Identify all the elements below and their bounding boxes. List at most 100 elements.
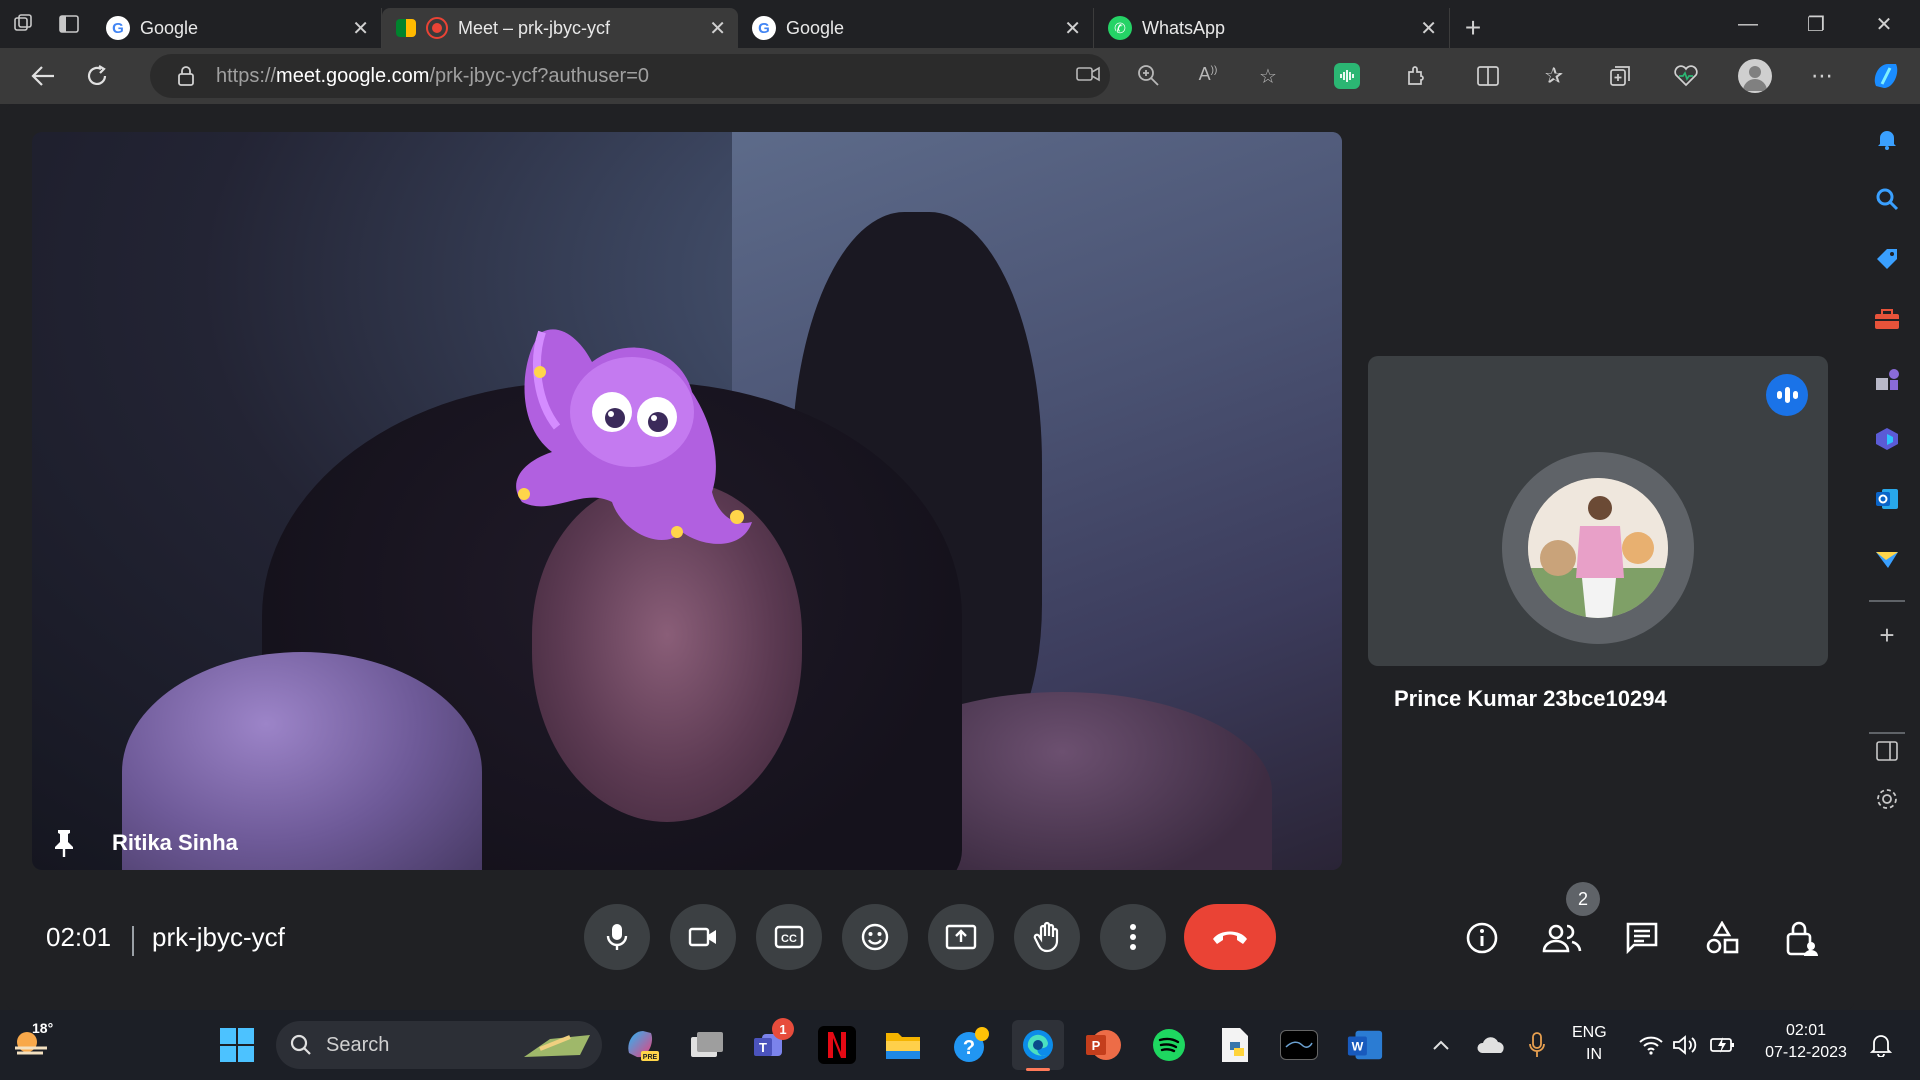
svg-text:?: ? — [963, 1037, 975, 1059]
read-aloud-icon[interactable]: A)) — [1196, 64, 1220, 88]
tools-icon[interactable] — [1872, 304, 1902, 334]
zoom-icon[interactable] — [1136, 64, 1160, 88]
tab-google-2[interactable]: G Google ✕ — [738, 8, 1094, 48]
outlook-icon[interactable] — [1872, 484, 1902, 514]
search-icon[interactable] — [1872, 184, 1902, 214]
onedrive-icon[interactable] — [1472, 1026, 1510, 1064]
end-call-button[interactable] — [1184, 904, 1276, 970]
taskbar-search[interactable]: Search — [276, 1021, 602, 1069]
spotify-icon[interactable] — [1150, 1026, 1188, 1064]
favorites-icon[interactable]: ✰ — [1538, 60, 1570, 92]
chat-button[interactable] — [1620, 916, 1664, 960]
raise-hand-button[interactable] — [1014, 904, 1080, 970]
close-icon[interactable]: ✕ — [1420, 16, 1437, 41]
telegram-send-icon[interactable] — [1872, 544, 1902, 574]
split-screen-icon[interactable] — [1472, 60, 1504, 92]
reactions-button[interactable] — [842, 904, 908, 970]
chevron-up-icon[interactable] — [1422, 1026, 1460, 1064]
browser-essentials-icon[interactable] — [1670, 60, 1702, 92]
sidebar-settings-icon[interactable] — [1872, 784, 1902, 814]
tab-title: Meet – prk-jbyc-ycf — [458, 17, 611, 38]
captions-button[interactable]: CC — [756, 904, 822, 970]
emoji-icon — [861, 923, 889, 951]
more-options-button[interactable] — [1100, 904, 1166, 970]
people-button[interactable] — [1540, 916, 1584, 960]
file-explorer-icon[interactable] — [884, 1026, 922, 1064]
main-video-tile[interactable]: Ritika Sinha — [32, 132, 1342, 870]
back-button[interactable] — [16, 48, 70, 104]
close-icon[interactable]: ✕ — [709, 16, 726, 41]
speaking-indicator-icon — [1766, 374, 1808, 416]
favorite-star-icon[interactable]: ☆ — [1256, 64, 1280, 88]
address-bar[interactable]: https://meet.google.com/prk-jbyc-ycf?aut… — [150, 54, 1277, 98]
google-icon: G — [106, 16, 130, 40]
camera-in-use-icon[interactable] — [1076, 64, 1100, 88]
participant-count-badge: 2 — [1566, 882, 1600, 916]
octopus-effect-icon — [516, 329, 752, 544]
weather-temp: 18° — [32, 1020, 54, 1036]
word-icon[interactable]: W — [1346, 1026, 1384, 1064]
present-screen-button[interactable] — [928, 904, 994, 970]
language-region: IN — [1586, 1046, 1602, 1063]
tab-whatsapp[interactable]: ✆ WhatsApp ✕ — [1094, 8, 1450, 48]
minimize-button[interactable]: — — [1714, 0, 1782, 48]
lock-icon — [178, 66, 194, 86]
more-menu-icon[interactable]: ⋯ — [1806, 60, 1838, 92]
notifications-icon[interactable] — [1872, 124, 1902, 154]
tab-actions-icon[interactable] — [46, 0, 92, 48]
hide-sidebar-icon[interactable] — [1872, 736, 1902, 766]
powerpoint-icon[interactable]: P — [1084, 1026, 1122, 1064]
workspaces-icon[interactable] — [0, 0, 46, 48]
windows-taskbar: 18° Search PRE T 1 ? P W ENG IN 02:01 07… — [0, 1010, 1920, 1080]
camera-button[interactable] — [670, 904, 736, 970]
clock-time[interactable]: 02:01 — [1780, 1022, 1832, 1040]
recording-icon — [426, 17, 448, 39]
wifi-icon[interactable] — [1632, 1026, 1670, 1064]
close-icon[interactable]: ✕ — [352, 16, 369, 41]
shopping-tag-icon[interactable] — [1872, 244, 1902, 274]
close-icon[interactable]: ✕ — [1064, 16, 1081, 41]
notification-bell-icon[interactable] — [1862, 1026, 1900, 1064]
copilot-icon[interactable] — [1868, 58, 1904, 94]
close-window-button[interactable]: ✕ — [1850, 0, 1918, 48]
netflix-icon[interactable] — [818, 1026, 856, 1064]
tab-google-1[interactable]: G Google ✕ — [92, 8, 382, 48]
collections-icon[interactable] — [1604, 60, 1636, 92]
volume-icon[interactable] — [1666, 1026, 1704, 1064]
participant-tile[interactable]: Prince Kumar 23bce10294 — [1368, 356, 1828, 711]
reload-button[interactable] — [70, 48, 124, 104]
host-controls-button[interactable] — [1780, 916, 1824, 960]
reload-icon — [87, 65, 107, 85]
profile-avatar-icon[interactable] — [1738, 59, 1772, 93]
battery-icon[interactable] — [1704, 1026, 1742, 1064]
microphone-in-use-icon[interactable] — [1518, 1026, 1556, 1064]
svg-text:PRE: PRE — [643, 1054, 658, 1061]
svg-text:T: T — [759, 1040, 767, 1055]
python-file-icon[interactable] — [1216, 1026, 1254, 1064]
restore-button[interactable]: ❐ — [1782, 0, 1850, 48]
pin-icon[interactable] — [50, 828, 78, 858]
meeting-info-button[interactable] — [1460, 916, 1504, 960]
tab-meet[interactable]: Meet – prk-jbyc-ycf ✕ — [382, 8, 738, 48]
mysql-icon[interactable] — [1280, 1030, 1318, 1060]
microphone-button[interactable] — [584, 904, 650, 970]
info-icon — [1466, 922, 1498, 954]
copilot-taskbar-icon[interactable]: PRE — [622, 1026, 660, 1064]
extensions-icon[interactable] — [1400, 60, 1432, 92]
new-tab-button[interactable]: + — [1450, 8, 1496, 48]
svg-text:P: P — [1092, 1038, 1101, 1053]
search-icon — [290, 1034, 311, 1055]
sidebar-divider — [1869, 600, 1905, 602]
edge-taskbar-icon[interactable] — [1012, 1020, 1064, 1070]
windows-start-icon[interactable] — [218, 1026, 256, 1064]
get-help-icon[interactable]: ? — [952, 1026, 990, 1064]
url-path: /prk-jbyc-ycf?authuser=0 — [429, 64, 649, 87]
add-sidebar-app-icon[interactable]: + — [1872, 620, 1902, 650]
microsoft-365-icon[interactable] — [1872, 424, 1902, 454]
url-scheme: https:// — [216, 64, 277, 87]
language-indicator[interactable]: ENG — [1572, 1024, 1607, 1042]
task-view-icon[interactable] — [688, 1026, 726, 1064]
games-icon[interactable] — [1872, 364, 1902, 394]
activities-button[interactable] — [1700, 916, 1744, 960]
audio-extension-icon[interactable] — [1334, 63, 1360, 89]
